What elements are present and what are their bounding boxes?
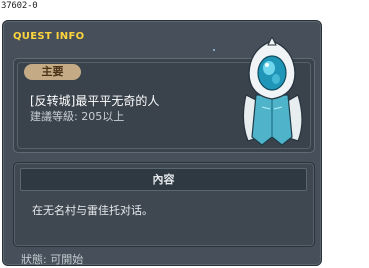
quest-content-panel: 內容 在无名村与雷佳托对话。 <box>13 162 315 247</box>
quest-summary-panel: 主要 [反转城]最平平无奇的人 建議等級: 205以上 <box>13 37 315 153</box>
recommended-level: 建議等級: 205以上 <box>30 110 125 123</box>
hooded-npc-icon <box>242 37 303 146</box>
quest-info-window: QUEST INFO 主要 [反转城]最平平无奇的人 建議等級: 205以上 內… <box>2 20 322 266</box>
quest-name: [反转城]最平平无奇的人 <box>30 94 160 108</box>
window-title: QUEST INFO <box>13 31 85 42</box>
content-header: 內容 <box>20 168 307 191</box>
quest-type-badge: 主要 <box>24 64 81 80</box>
content-text: 在无名村与雷佳托对话。 <box>32 204 153 217</box>
quest-id-label: 37602-0 <box>1 1 38 11</box>
quest-status: 狀態: 可開始 <box>21 253 84 266</box>
